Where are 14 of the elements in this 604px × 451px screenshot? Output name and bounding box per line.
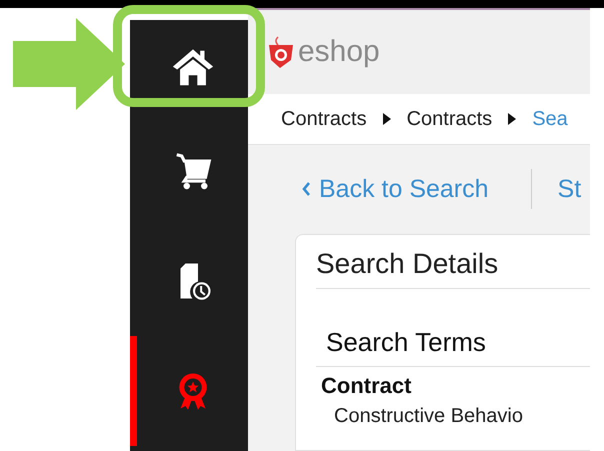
toolbar-link[interactable]: St xyxy=(558,170,582,208)
section-heading: Search Terms xyxy=(326,327,487,359)
logo: eshop xyxy=(298,34,380,70)
field-value: Constructive Behavio xyxy=(334,405,524,428)
tag-icon xyxy=(268,34,294,69)
breadcrumb-item[interactable]: Sea xyxy=(532,104,568,134)
field-label: Contract xyxy=(321,372,412,400)
chevron-left-icon xyxy=(302,182,311,196)
back-link[interactable]: Back to Search xyxy=(302,170,489,208)
breadcrumb-item: Contracts xyxy=(281,106,367,132)
caret-icon xyxy=(508,112,516,125)
caret-icon xyxy=(382,112,391,125)
breadcrumb-item: Contracts xyxy=(406,106,492,132)
card-title: Search Details xyxy=(316,246,500,280)
